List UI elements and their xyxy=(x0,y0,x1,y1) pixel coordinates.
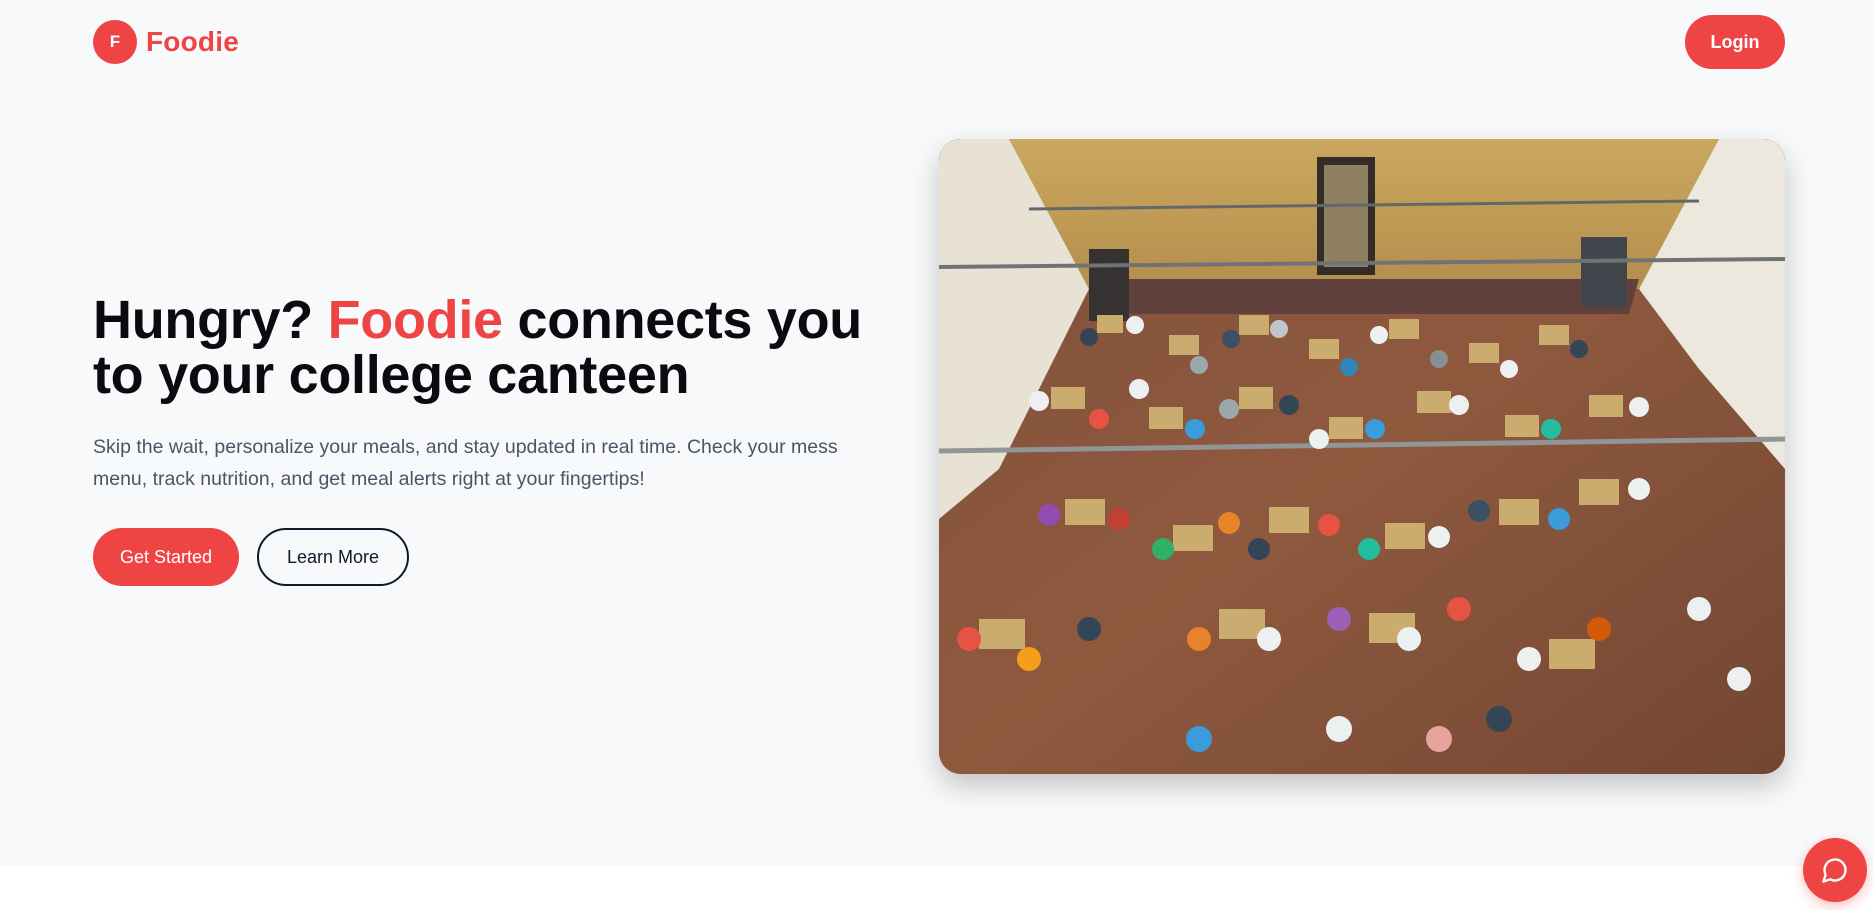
next-section xyxy=(0,866,1873,910)
hero-description: Skip the wait, personalize your meals, a… xyxy=(93,436,838,490)
hero-title: Hungry? Foodie connects you to your coll… xyxy=(93,293,913,403)
chat-bubble-icon xyxy=(1822,858,1847,883)
learn-more-button[interactable]: Learn More xyxy=(257,528,409,586)
chat-button[interactable] xyxy=(1803,838,1867,902)
canteen-photo xyxy=(939,139,1785,774)
get-started-button[interactable]: Get Started xyxy=(93,528,239,586)
brand-name: Foodie xyxy=(146,26,239,57)
hero-title-accent: Foodie xyxy=(327,290,503,350)
site-header: F Foodie Login xyxy=(0,0,1873,86)
login-button[interactable]: Login xyxy=(1685,15,1785,69)
canteen-illustration xyxy=(939,139,1785,774)
hero-title-lead: Hungry? xyxy=(93,290,328,350)
logo-badge: F xyxy=(93,20,137,64)
brand-logo[interactable]: F Foodie xyxy=(93,20,239,64)
